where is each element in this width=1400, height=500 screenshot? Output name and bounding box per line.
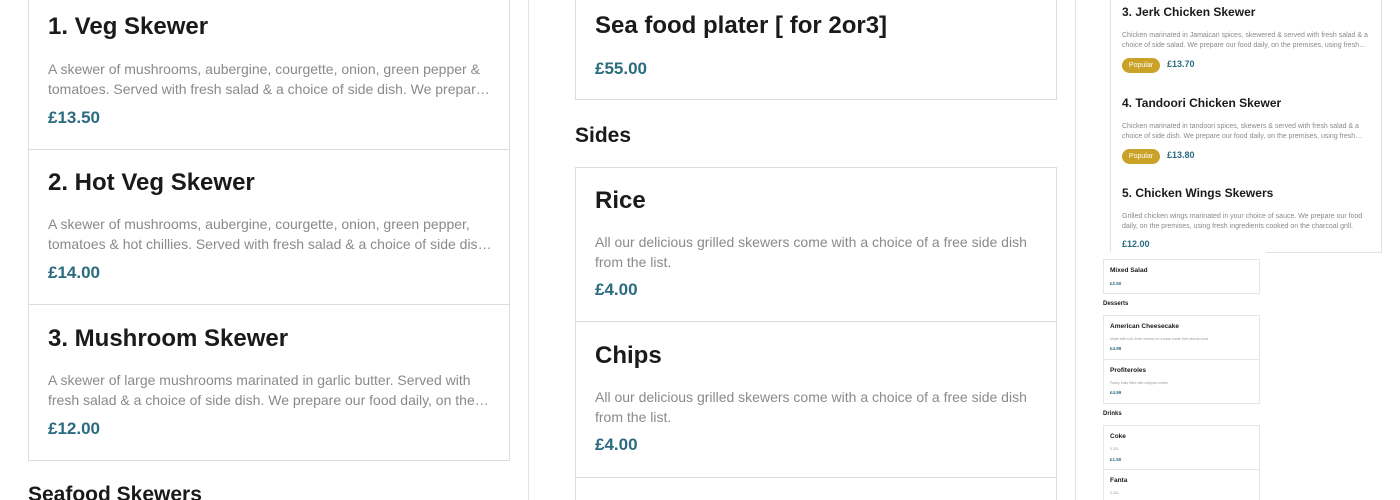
menu-item-title: Chips: [595, 342, 662, 369]
menu-item-price: £55.00: [595, 59, 647, 78]
menu-item-title: 1. Veg Skewer: [48, 13, 209, 40]
middle-menu-panel: Sea food plater [ for 2or3] £55.00 Sides…: [529, 0, 1075, 500]
menu-item-description: Chicken marinated in tandoori spices, sk…: [1122, 123, 1359, 140]
menu-item-card[interactable]: Coke 0.33L £1.50: [1103, 425, 1260, 470]
menu-item-title: Profiteroles: [1110, 367, 1147, 374]
menu-item-title: Coke: [1110, 433, 1126, 440]
section-heading-desserts: Desserts: [1103, 301, 1129, 307]
menu-item-price: £1.50: [1110, 457, 1122, 462]
section-heading-seafood: Seafood Skewers: [28, 483, 202, 500]
menu-item-title: 3. Jerk Chicken Skewer: [1122, 5, 1256, 19]
menu-item-price: £14.00: [48, 263, 100, 282]
menu-item-card[interactable]: Rice All our delicious grilled skewers c…: [575, 167, 1057, 322]
menu-item-price: £13.70: [1167, 59, 1195, 69]
menu-item-title: Mixed Salad: [1110, 267, 1148, 274]
menu-item-price: £4.99: [1110, 390, 1122, 395]
menu-item-description: All our delicious grilled skewers come w…: [595, 234, 1027, 270]
menu-item-card[interactable]: Sea food plater [ for 2or3] £55.00: [575, 0, 1057, 100]
menu-item-card[interactable]: Chips All our delicious grilled skewers …: [575, 321, 1057, 478]
menu-item-card[interactable]: 4. Tandoori Chicken Skewer Chicken marin…: [1110, 84, 1382, 176]
menu-item-title: 3. Mushroom Skewer: [48, 325, 289, 352]
menu-item-card[interactable]: 1. Veg Skewer A skewer of mushrooms, aub…: [28, 0, 510, 150]
menu-item-price: £4.00: [595, 280, 638, 299]
menu-item-title: 4. Tandoori Chicken Skewer: [1122, 96, 1282, 110]
menu-item-card[interactable]: 5. Chicken Wings Skewers Grilled chicken…: [1110, 175, 1382, 253]
popular-badge: Popular: [1122, 149, 1160, 164]
menu-item-card[interactable]: American Cheesecake Made with soft, fres…: [1103, 315, 1260, 360]
menu-item-description: A skewer of mushrooms, aubergine, courge…: [48, 61, 484, 97]
menu-item-title: American Cheesecake: [1110, 323, 1180, 330]
left-menu-panel: 1. Veg Skewer A skewer of mushrooms, aub…: [0, 0, 528, 500]
menu-item-card[interactable]: 3. Jerk Chicken Skewer Chicken marinated…: [1110, 0, 1382, 85]
menu-item-description: A skewer of large mushrooms marinated in…: [48, 372, 475, 408]
section-heading-drinks: Drinks: [1103, 411, 1122, 417]
menu-item-card[interactable]: 2. Hot Veg Skewer A skewer of mushrooms,…: [28, 149, 510, 305]
menu-item-title: 5. Chicken Wings Skewers: [1122, 186, 1274, 200]
menu-item-price: £13.80: [1167, 150, 1195, 160]
menu-item-description: 0.33L: [1110, 491, 1119, 495]
menu-item-description: Made with soft, fresh cheese on a base m…: [1110, 337, 1209, 341]
menu-item-description: Chicken marinated in Jamaican spices, sk…: [1122, 32, 1368, 49]
menu-item-card[interactable]: Mixed Salad £2.50: [1103, 259, 1260, 294]
menu-item-description: Pastry balls filled with whipped cream: [1110, 381, 1169, 385]
menu-item-price: £12.00: [48, 419, 100, 438]
popular-badge: Popular: [1122, 58, 1160, 73]
menu-item-title: 2. Hot Veg Skewer: [48, 169, 255, 196]
menu-item-price: £13.50: [48, 108, 100, 127]
menu-item-card[interactable]: 3. Mushroom Skewer A skewer of large mus…: [28, 304, 510, 461]
menu-item-price: £4.00: [595, 435, 638, 454]
menu-item-description: 0.33L: [1110, 447, 1119, 451]
menu-item-title: Rice: [595, 187, 646, 214]
menu-item-price: £12.00: [1122, 239, 1150, 249]
menu-item-price: £2.50: [1110, 281, 1122, 286]
tiny-preview-panel: Mixed Salad £2.50 Desserts American Chee…: [1098, 252, 1266, 500]
column-divider: [1075, 0, 1076, 500]
menu-item-description: A skewer of mushrooms, aubergine, courge…: [48, 216, 490, 252]
menu-item-price: £4.99: [1110, 346, 1122, 351]
menu-item-title: Sea food plater [ for 2or3]: [595, 12, 888, 39]
menu-item-title: Fanta: [1110, 477, 1128, 484]
menu-item-card[interactable]: Fanta 0.33L: [1103, 469, 1260, 500]
menu-item-description: All our delicious grilled skewers come w…: [595, 389, 1027, 425]
menu-item-description: Grilled chicken wings marinated in your …: [1122, 213, 1363, 230]
section-heading-sides: Sides: [575, 124, 632, 147]
menu-item-card-partial[interactable]: [575, 477, 1057, 500]
menu-item-card[interactable]: Profiteroles Pastry balls filled with wh…: [1103, 359, 1260, 404]
